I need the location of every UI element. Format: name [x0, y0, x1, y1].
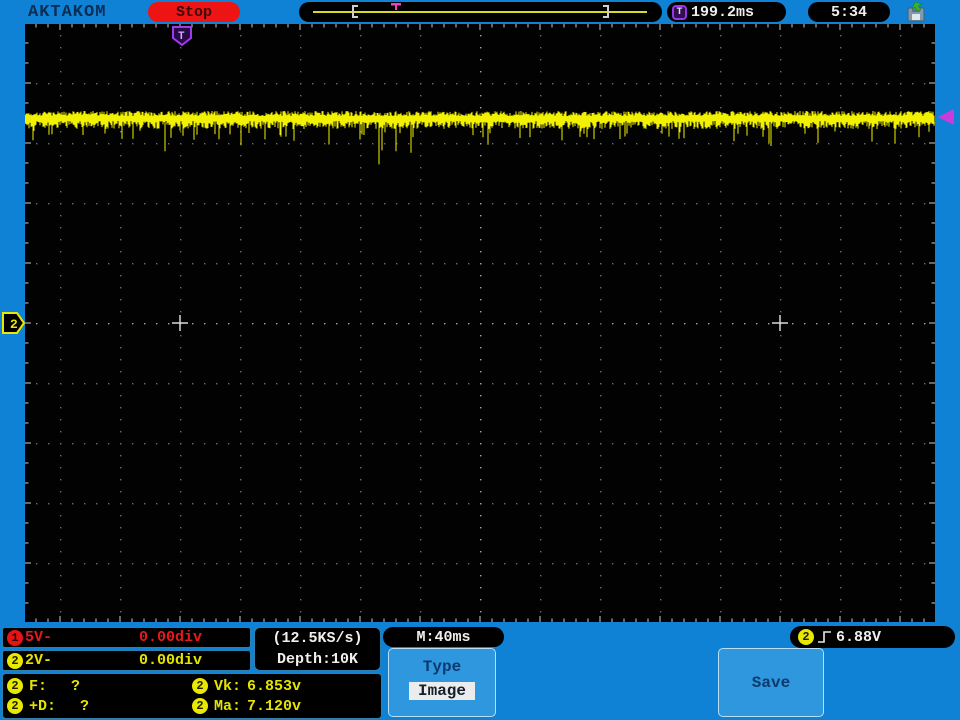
svg-text:T: T	[178, 31, 185, 43]
brand-logo: AKTAKOM	[28, 3, 107, 22]
memory-bar-line	[313, 11, 647, 13]
meas-label: Vk:	[214, 677, 242, 695]
trigger-time-readout: T 199.2ms	[667, 2, 786, 22]
horizontal-position-bar[interactable]	[299, 2, 662, 22]
acquisition-info-box: (12.5KS/s) Depth:10K	[254, 627, 381, 671]
measurement-item: 2 +D: ?	[7, 698, 192, 715]
meas-ch-badge: 2	[192, 698, 208, 714]
menu-type-selector[interactable]: Type Image	[388, 648, 496, 717]
memory-depth: Depth:10K	[276, 651, 358, 668]
trigger-level-value: 6.88V	[836, 628, 882, 646]
meas-value: 7.120v	[247, 697, 302, 715]
trigger-hpos-shield-icon: T	[172, 26, 192, 47]
meas-ch-badge: 2	[7, 698, 23, 714]
meas-ch-badge: 2	[192, 678, 208, 694]
run-stop-status[interactable]: Stop	[148, 2, 240, 22]
clock: 5:34	[808, 2, 890, 22]
meas-value: ?	[80, 697, 90, 715]
measurement-item: 2 F: ?	[7, 678, 192, 695]
rising-edge-icon	[818, 631, 831, 643]
meas-ch-badge: 2	[7, 678, 23, 694]
ch2-status-box[interactable]: 2 2V- 0.00div	[2, 650, 251, 671]
trigger-t-icon: T	[672, 4, 687, 20]
ch2-badge: 2	[7, 652, 23, 669]
trigger-level-arrow-icon[interactable]	[936, 108, 955, 127]
save-button-label: Save	[751, 673, 791, 692]
trigger-source-badge: 2	[798, 629, 814, 645]
measurements-box: 2 F: ? 2 Vk: 6.853v 2 +D: ? 2 Ma: 7.120v	[2, 673, 382, 719]
clock-value: 5:34	[830, 3, 867, 21]
ch1-badge: 1	[7, 629, 23, 646]
meas-value: ?	[71, 677, 81, 695]
meas-label: +D:	[29, 697, 75, 715]
trigger-time-value: 199.2ms	[691, 3, 755, 21]
timebase-value: M:40ms	[416, 628, 471, 646]
ch2-position: 0.00div	[138, 652, 202, 669]
waveform-display[interactable]: T	[24, 24, 935, 622]
ch2-scale: 2V-	[25, 652, 53, 669]
meas-label: F:	[29, 677, 66, 695]
timebase-readout[interactable]: M:40ms	[383, 627, 504, 647]
sample-rate: (12.5KS/s)	[272, 630, 363, 647]
meas-label: Ma:	[214, 697, 242, 715]
oscilloscope-screen: { "header": { "brand": "AKTAKOM", "run_s…	[0, 0, 960, 720]
ch1-status-box[interactable]: 1 5V- 0.00div	[2, 627, 251, 648]
meas-value: 6.853v	[247, 677, 302, 695]
graticule-and-trace: T	[24, 24, 935, 622]
menu-type-selected-value[interactable]: Image	[408, 682, 475, 700]
measurement-item: 2 Vk: 6.853v	[192, 678, 377, 695]
trigger-position-marker-icon	[391, 3, 401, 10]
trigger-level-readout: 2 6.88V	[790, 626, 955, 648]
ch1-scale: 5V-	[25, 629, 53, 646]
save-button[interactable]: Save	[718, 648, 824, 717]
storage-disk-icon	[907, 1, 925, 22]
menu-type-label: Type	[422, 658, 462, 676]
svg-text:2: 2	[10, 317, 18, 332]
measurement-item: 2 Ma: 7.120v	[192, 698, 377, 715]
ch2-ground-marker[interactable]: 2	[2, 312, 26, 334]
window-left-bracket	[352, 5, 358, 18]
ch2-trace	[24, 111, 935, 165]
window-right-bracket	[603, 5, 609, 18]
ch1-position: 0.00div	[138, 629, 202, 646]
